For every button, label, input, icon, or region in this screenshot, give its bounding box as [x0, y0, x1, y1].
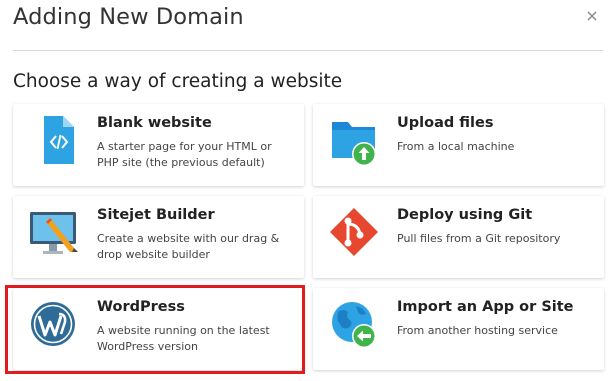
- option-title: Import an App or Site: [397, 299, 574, 315]
- option-title: Deploy using Git: [397, 207, 533, 223]
- option-title: Blank website: [97, 115, 212, 131]
- option-import-app[interactable]: Import an App or Site From another hosti…: [313, 288, 604, 370]
- option-description: A website running on the latest WordPres…: [97, 324, 270, 353]
- option-title: WordPress: [97, 299, 185, 315]
- option-deploy-git[interactable]: Deploy using Git Pull files from a Git r…: [313, 196, 604, 278]
- git-icon: [330, 208, 382, 260]
- section-heading: Choose a way of creating a website: [13, 71, 343, 92]
- globe-import-icon: [330, 300, 382, 352]
- option-wordpress[interactable]: WordPress A website running on the lates…: [13, 288, 304, 370]
- option-sitejet-builder[interactable]: Sitejet Builder Create a website with ou…: [13, 196, 304, 278]
- dialog-header: Adding New Domain: [13, 0, 603, 51]
- option-description: Pull files from a Git repository: [397, 232, 561, 245]
- option-description: A starter page for your HTML or PHP site…: [97, 140, 272, 169]
- wordpress-icon: [30, 300, 82, 352]
- option-description: From another hosting service: [397, 324, 558, 337]
- monitor-pencil-icon: [30, 208, 82, 260]
- folder-upload-icon: [330, 116, 382, 168]
- option-upload-files[interactable]: Upload files From a local machine: [313, 104, 604, 186]
- option-description: From a local machine: [397, 140, 515, 153]
- dialog-title: Adding New Domain: [13, 4, 244, 30]
- option-title: Sitejet Builder: [97, 207, 215, 223]
- close-icon[interactable]: [582, 6, 602, 26]
- option-description: Create a website with our drag & drop we…: [97, 232, 280, 261]
- code-file-icon: [30, 116, 82, 168]
- option-title: Upload files: [397, 115, 494, 131]
- option-blank-website[interactable]: Blank website A starter page for your HT…: [13, 104, 304, 186]
